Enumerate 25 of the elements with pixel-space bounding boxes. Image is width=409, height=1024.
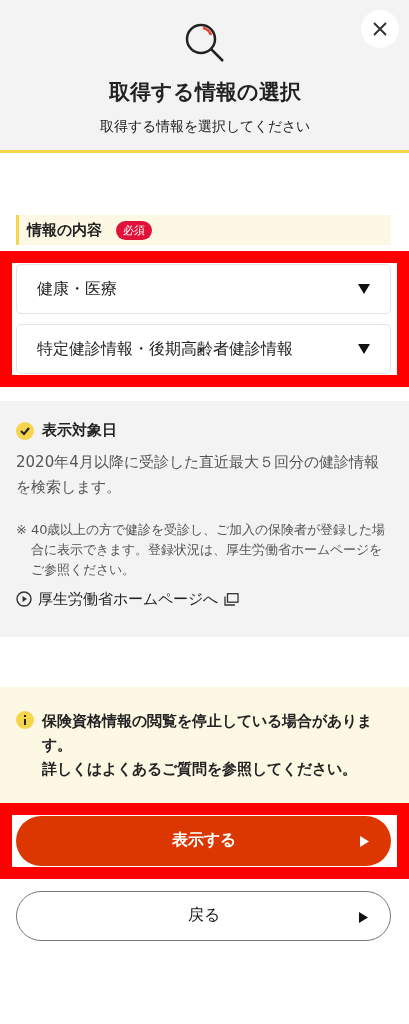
ministry-link[interactable]: 厚生労働省ホームページへ (38, 589, 218, 609)
info-heading: 表示対象日 (42, 421, 117, 440)
play-circle-icon (16, 591, 32, 608)
dropdown-arrow-icon (358, 284, 370, 294)
page-title: 取得する情報の選択 (108, 79, 301, 106)
play-arrow-icon (359, 911, 368, 923)
back-button[interactable]: 戻る (16, 890, 391, 941)
select-field[interactable]: 健康・医療 (16, 264, 391, 314)
note-text: 40歳以上の方で健診を受診し、ご加入の保険者が登録した場合に表示できます。登録状況は、厚生労働省ホームページをご参照ください。 (30, 520, 387, 579)
check-icon (16, 421, 34, 440)
search-icon (183, 22, 226, 64)
external-window-icon (224, 592, 239, 606)
info-icon (16, 710, 34, 729)
note-mark: ※ (16, 520, 27, 539)
select-field[interactable]: 特定健診情報・後期高齢者健診情報 (16, 324, 391, 374)
show-button[interactable]: 表示する (16, 815, 391, 866)
required-badge: 必須 (116, 220, 152, 240)
info-text: 2020年4月以降に受診した直近最大５回分の健診情報を検索します。 (16, 452, 380, 498)
play-arrow-icon (360, 835, 369, 847)
page-subtitle: 取得する情報を選択してください (99, 118, 310, 136)
close-button[interactable] (361, 10, 399, 48)
close-icon (372, 21, 388, 37)
dropdown-arrow-icon (358, 344, 370, 354)
field-label: 情報の内容 (27, 220, 102, 240)
notice-text: 保険資格情報の閲覧を停止している場合があります。 詳しくはよくあるご質問を参照してください。 (42, 710, 373, 780)
